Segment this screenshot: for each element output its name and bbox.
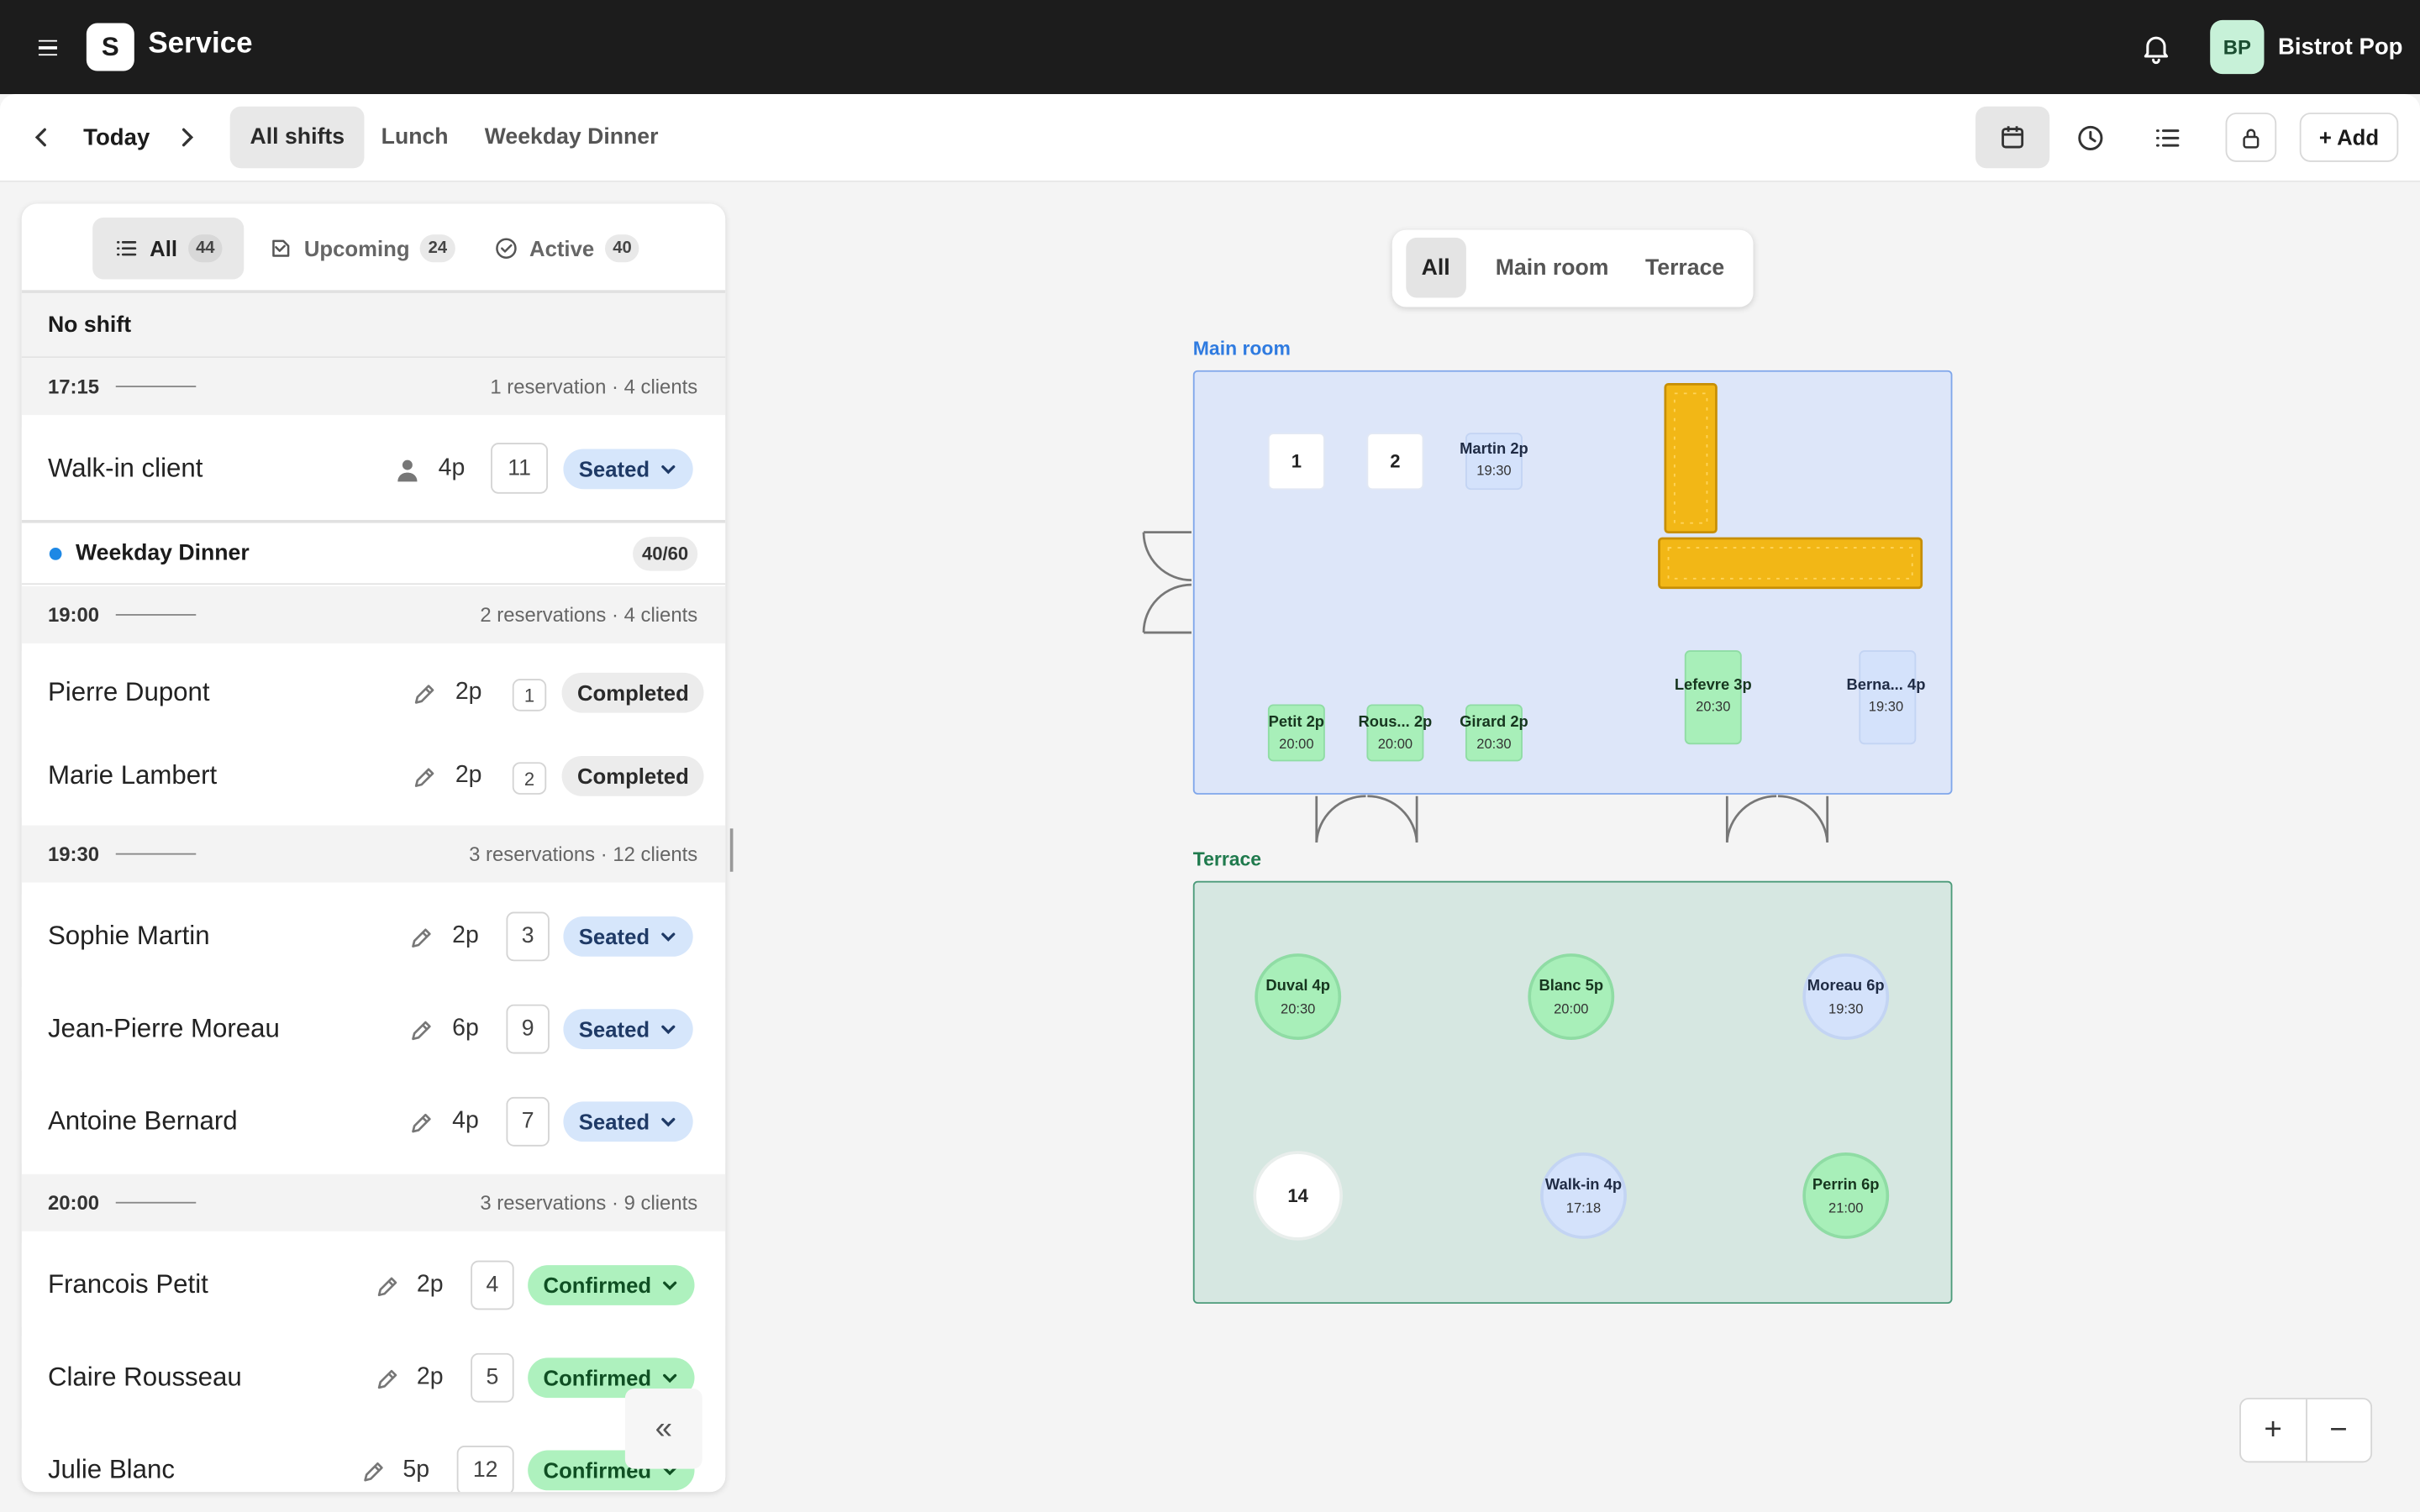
table-moreau[interactable]: Moreau 6p 19:30 [1802, 953, 1890, 1040]
table-label: 1 [1292, 451, 1302, 472]
table-lefevre[interactable]: Lefevre 3p 20:30 [1675, 650, 1752, 745]
table-label: Walk-in 4p [1545, 1175, 1622, 1193]
bar-counter-vertical [1664, 382, 1718, 534]
table-1[interactable]: 1 [1267, 433, 1325, 491]
table-martin[interactable]: Martin 2p 19:30 [1460, 433, 1528, 491]
table-label: Lefevre 3p [1675, 675, 1752, 693]
door-bottom-right [1725, 795, 1829, 843]
table-label: Duval 4p [1265, 976, 1330, 994]
bar-counter-horizontal [1658, 537, 1923, 590]
table-time: 19:30 [1828, 1001, 1863, 1017]
table-time: 19:30 [1476, 463, 1511, 479]
table-time: 19:30 [1869, 699, 1903, 715]
table-duval[interactable]: Duval 4p 20:30 [1255, 953, 1342, 1040]
zoom-controls: + − [2239, 1398, 2373, 1463]
table-petit[interactable]: Petit 2p 20:00 [1267, 704, 1325, 762]
table-label: Perrin 6p [1812, 1175, 1880, 1193]
table-rousseau[interactable]: Rous... 2p 20:00 [1359, 704, 1433, 762]
table-2[interactable]: 2 [1366, 433, 1424, 491]
table-label: Moreau 6p [1807, 976, 1885, 994]
table-perrin[interactable]: Perrin 6p 21:00 [1802, 1152, 1890, 1239]
table-label: Petit 2p [1269, 712, 1324, 730]
door-left [1142, 531, 1192, 634]
table-time: 20:00 [1554, 1001, 1588, 1017]
table-time: 20:30 [1476, 736, 1511, 752]
table-label: 2 [1390, 451, 1400, 472]
table-girard[interactable]: Girard 2p 20:30 [1460, 704, 1528, 762]
zoom-out-button[interactable]: − [2305, 1399, 2370, 1462]
table-label: Blanc 5p [1539, 976, 1604, 994]
table-bernard[interactable]: Berna... 4p 19:30 [1847, 650, 1926, 745]
table-label: Berna... 4p [1847, 675, 1926, 693]
zoom-in-button[interactable]: + [2241, 1399, 2305, 1461]
table-time: 21:00 [1828, 1200, 1863, 1216]
table-14[interactable]: 14 [1253, 1151, 1343, 1241]
table-time: 20:00 [1279, 736, 1313, 752]
table-blanc[interactable]: Blanc 5p 20:00 [1528, 953, 1615, 1040]
table-time: 20:00 [1378, 736, 1413, 752]
table-label: Girard 2p [1460, 712, 1528, 730]
door-bottom-left [1315, 795, 1418, 843]
table-label: Martin 2p [1460, 439, 1528, 457]
floor-plan: 1 2 Martin 2p 19:30 Lefevre 3p 20:30 Ber… [1142, 382, 1926, 1241]
table-time: 20:30 [1281, 1001, 1315, 1017]
table-label: 14 [1287, 1185, 1308, 1206]
table-walk-in[interactable]: Walk-in 4p 17:18 [1540, 1152, 1627, 1239]
table-label: Rous... 2p [1359, 712, 1433, 730]
table-time: 20:30 [1696, 699, 1730, 715]
table-time: 17:18 [1566, 1200, 1601, 1216]
